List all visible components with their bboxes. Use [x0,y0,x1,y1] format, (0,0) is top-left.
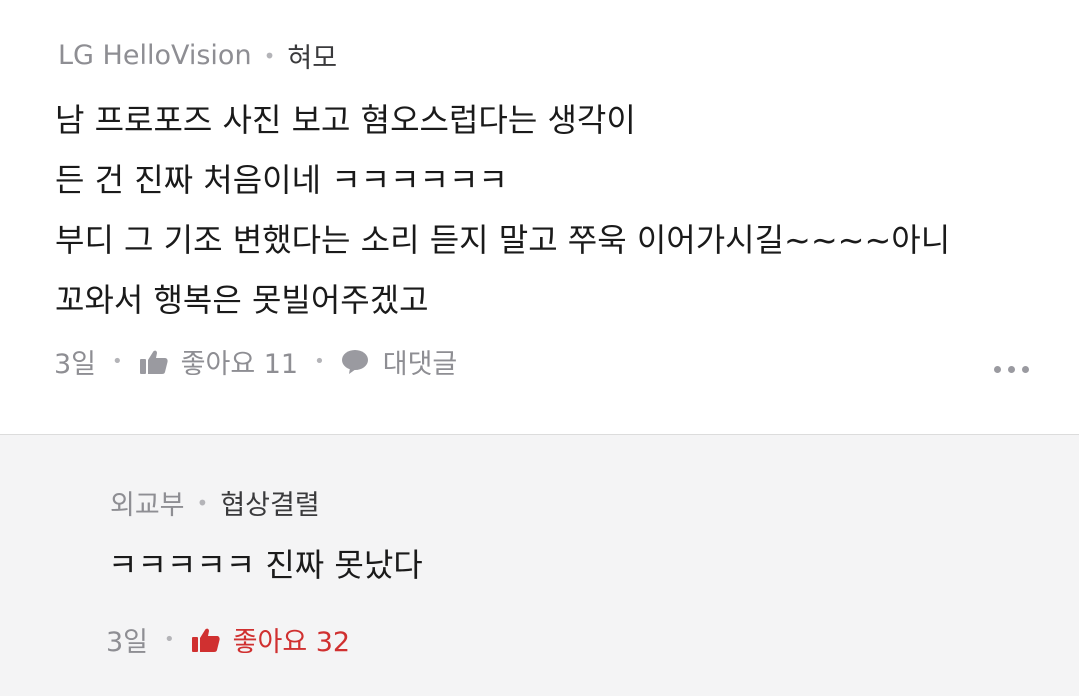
comment-line: 꼬와서 행복은 못빌어주겠고 [55,281,429,319]
comment-body: 남 프로포즈 사진 보고 혐오스럽다는 생각이 든 건 진짜 처음이네 ㅋㅋㅋㅋ… [55,90,950,330]
comment-org: LG HelloVision [58,40,252,71]
comment-item: LG HelloVision • 혀모 남 프로포즈 사진 보고 혐오스럽다는 … [0,0,1079,435]
reply-button[interactable]: 대댓글 [341,342,458,381]
reply-line: ㅋㅋㅋㅋㅋ 진짜 못났다 [108,546,423,584]
like-button-active[interactable]: 좋아요 32 [191,620,350,659]
reply-meta: 외교부 • 협상결렬 [110,483,320,522]
reply-org: 외교부 [110,490,185,521]
like-count: 좋아요 11 [180,349,299,380]
reply-nickname[interactable]: 협상결렬 [220,483,319,522]
thumbs-up-icon [139,350,168,374]
thumbs-up-icon [191,628,220,652]
action-separator: • [112,351,123,372]
comment-line: 남 프로포즈 사진 보고 혐오스럽다는 생각이 [55,101,636,139]
reply-label: 대댓글 [382,349,458,380]
action-separator: • [314,351,325,372]
comment-meta: LG HelloVision • 혀모 [58,36,337,75]
reply-body: ㅋㅋㅋㅋㅋ 진짜 못났다 [108,535,423,595]
reply-actions: 3일 • 좋아요 32 [106,620,350,659]
action-separator: • [164,629,175,650]
like-count: 좋아요 32 [232,627,351,658]
more-dot [1008,366,1015,373]
comment-time: 3일 [54,349,97,380]
comment-line: 부디 그 기조 변했다는 소리 듣지 말고 쭈욱 이어가시길~~~~아니 [55,221,951,259]
more-dot [1022,366,1029,373]
comment-actions: 3일 • 좋아요 11 • 대댓글 [54,342,457,381]
more-dot [994,366,1001,373]
more-options-icon[interactable] [994,360,1029,379]
speech-bubble-icon [341,349,368,374]
meta-separator: • [263,43,276,68]
reply-time: 3일 [106,627,149,658]
meta-separator: • [196,490,209,515]
reply-item: 외교부 • 협상결렬 ㅋㅋㅋㅋㅋ 진짜 못났다 3일 • 좋아요 32 [0,435,1079,696]
like-button[interactable]: 좋아요 11 [139,342,298,381]
comment-line: 든 건 진짜 처음이네 ㅋㅋㅋㅋㅋㅋ [55,161,508,199]
comment-nickname[interactable]: 혀모 [287,36,337,75]
